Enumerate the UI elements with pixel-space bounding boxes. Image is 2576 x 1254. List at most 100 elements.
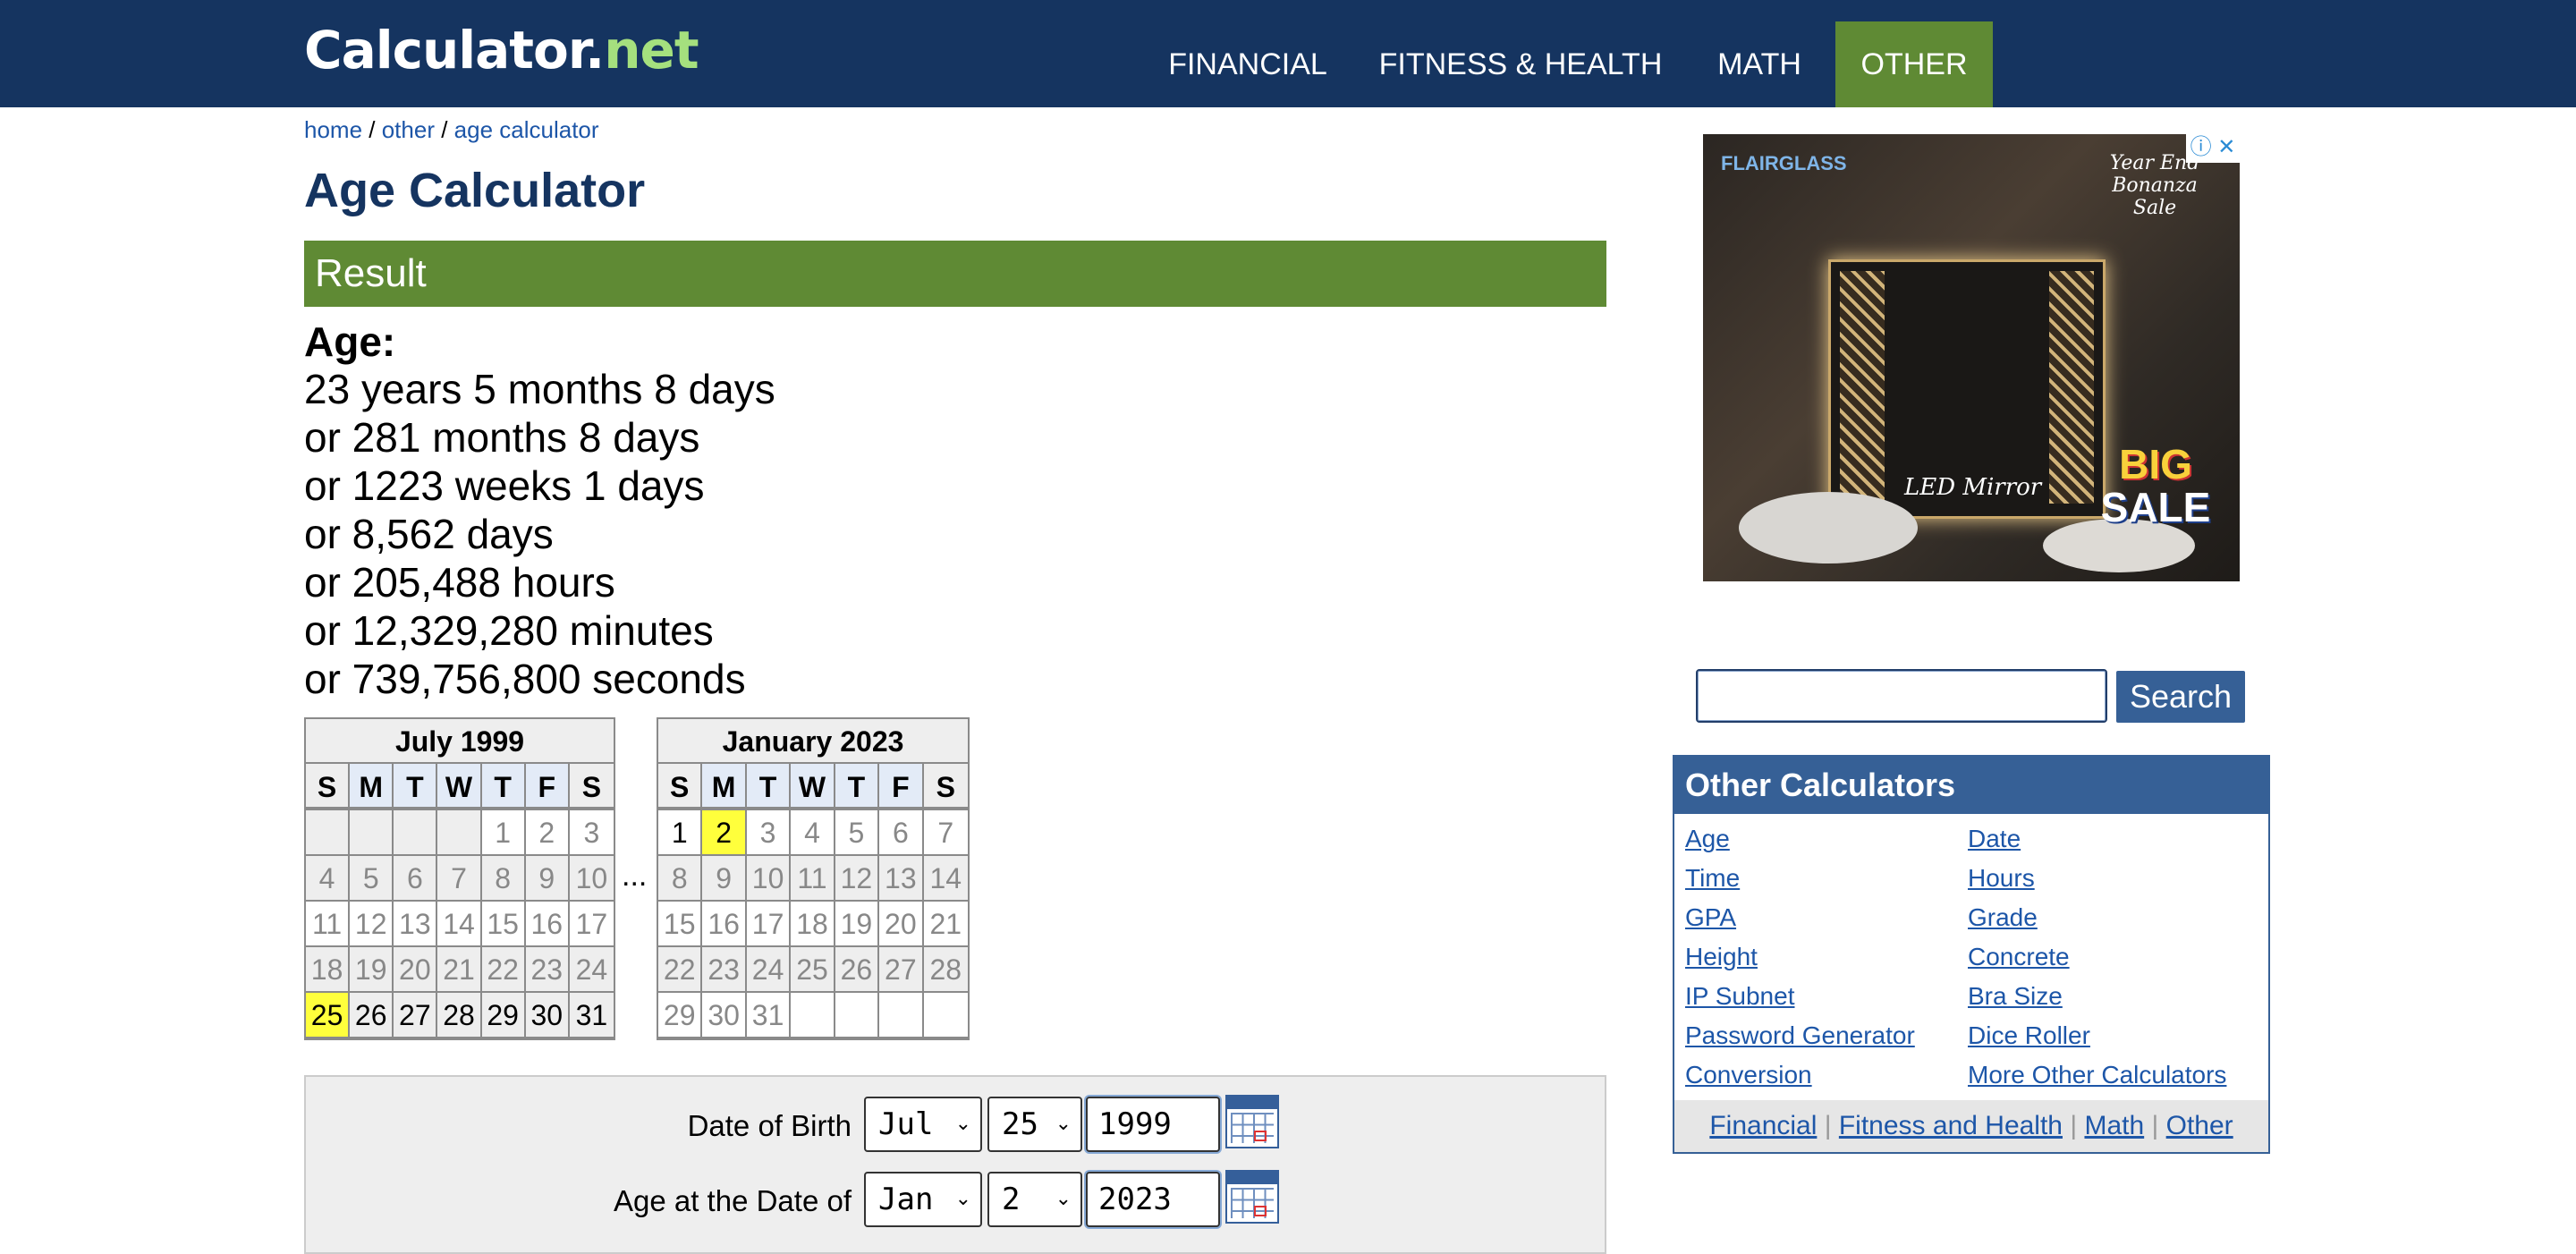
calendar-end-day bbox=[835, 993, 880, 1038]
link-age[interactable]: Age bbox=[1685, 825, 1730, 853]
age-result-line: or 205,488 hours bbox=[304, 559, 615, 606]
ad-sale-badge: BIG SALE bbox=[2093, 443, 2218, 541]
calendar-start-day: 16 bbox=[525, 902, 570, 947]
age-result-line: or 281 months 8 days bbox=[304, 414, 700, 461]
at-year-input[interactable]: 2023 bbox=[1086, 1172, 1220, 1227]
nav-math[interactable]: MATH bbox=[1699, 21, 1819, 107]
link-concrete[interactable]: Concrete bbox=[1968, 943, 2070, 971]
calendar-end-weekday-header: M bbox=[702, 764, 747, 810]
link-bra-size[interactable]: Bra Size bbox=[1968, 982, 2063, 1011]
site-logo[interactable]: Calculator.net bbox=[304, 20, 699, 80]
calendar-start-day: 27 bbox=[394, 993, 438, 1038]
advertisement-banner[interactable]: FLAIRGLASS Year End Bonanza Sale LED Mir… bbox=[1703, 134, 2240, 581]
calendar-start-day: 21 bbox=[437, 947, 482, 993]
chevron-down-icon: ⌄ bbox=[954, 1113, 971, 1135]
calendar-end-weekday-header: W bbox=[791, 764, 835, 810]
footer-link-fitness-health[interactable]: Fitness and Health bbox=[1839, 1111, 2063, 1140]
calendar-start-day bbox=[394, 810, 438, 856]
calendar-start-day: 22 bbox=[481, 947, 526, 993]
calendar-start-day: 31 bbox=[569, 993, 614, 1038]
link-dice-roller[interactable]: Dice Roller bbox=[1968, 1021, 2090, 1050]
calendar-start-day: 24 bbox=[569, 947, 614, 993]
link-ip-subnet[interactable]: IP Subnet bbox=[1685, 982, 1794, 1011]
ad-product-text: LED Mirror bbox=[1904, 474, 2042, 501]
dob-month-select[interactable]: Jul ⌄ bbox=[864, 1097, 982, 1152]
calendar-start-day: 30 bbox=[525, 993, 570, 1038]
calendar-end-day bbox=[791, 993, 835, 1038]
calendar-start-day: 15 bbox=[481, 902, 526, 947]
calendar-start-day: 20 bbox=[394, 947, 438, 993]
link-more-other-calculators[interactable]: More Other Calculators bbox=[1968, 1061, 2226, 1089]
calendar-start-month: July 1999 S M T W T F S 1 2 3 4 5 6 7 8 9 10 11 12 13 14 15 16… bbox=[304, 717, 615, 1040]
breadcrumb-other[interactable]: other bbox=[382, 116, 435, 143]
search-input[interactable] bbox=[1696, 669, 2107, 723]
calendar-end-weekday-header: T bbox=[835, 764, 880, 810]
calendar-end-day: 11 bbox=[791, 856, 835, 902]
calendar-end-day: 30 bbox=[702, 993, 747, 1038]
age-result-line: or 739,756,800 seconds bbox=[304, 656, 746, 702]
calendar-end-weekday-header: T bbox=[746, 764, 792, 810]
chevron-down-icon: ⌄ bbox=[1055, 1188, 1072, 1210]
calendar-end-day: 28 bbox=[923, 947, 968, 993]
calendar-start-day: 28 bbox=[437, 993, 482, 1038]
at-day-value: 2 bbox=[1002, 1182, 1021, 1217]
link-date[interactable]: Date bbox=[1968, 825, 2021, 853]
at-day-select[interactable]: 2 ⌄ bbox=[987, 1172, 1082, 1227]
calendar-end-day: 6 bbox=[879, 810, 924, 856]
calendar-start-title: July 1999 bbox=[306, 719, 614, 764]
calendar-end-day: 24 bbox=[746, 947, 792, 993]
ad-close-icon[interactable]: ⓘ ✕ bbox=[2186, 134, 2240, 163]
link-height[interactable]: Height bbox=[1685, 943, 1758, 971]
calendar-end-day bbox=[879, 993, 924, 1038]
dob-day-value: 25 bbox=[1002, 1106, 1038, 1142]
chevron-down-icon: ⌄ bbox=[954, 1188, 971, 1210]
footer-separator: | bbox=[2063, 1111, 2085, 1140]
dob-year-input[interactable]: 1999 bbox=[1086, 1097, 1220, 1152]
footer-link-math[interactable]: Math bbox=[2084, 1111, 2144, 1140]
nav-fitness-health[interactable]: FITNESS & HEALTH bbox=[1377, 21, 1664, 107]
calendar-start-day: 2 bbox=[525, 810, 570, 856]
calendar-start-day: 12 bbox=[350, 902, 394, 947]
age-result-line: 23 years 5 months 8 days bbox=[304, 366, 775, 412]
top-navigation-bar: Calculator.net FINANCIAL FITNESS & HEALT… bbox=[0, 0, 2576, 107]
calendar-start-day: 23 bbox=[525, 947, 570, 993]
breadcrumb: home / other / age calculator bbox=[304, 116, 599, 144]
link-hours[interactable]: Hours bbox=[1968, 864, 2035, 893]
calendar-end-day: 18 bbox=[791, 902, 835, 947]
link-gpa[interactable]: GPA bbox=[1685, 903, 1736, 932]
calendar-picker-icon[interactable] bbox=[1225, 1095, 1279, 1148]
calendar-end-day bbox=[923, 993, 968, 1038]
other-calculators-panel: Other Calculators Age Time GPA Height IP… bbox=[1673, 755, 2270, 1154]
age-label: Age: bbox=[304, 318, 396, 365]
footer-link-other[interactable]: Other bbox=[2166, 1111, 2233, 1140]
other-calculators-heading: Other Calculators bbox=[1674, 757, 2268, 814]
search-button[interactable]: Search bbox=[2116, 671, 2245, 723]
logo-accent-text: net bbox=[604, 20, 699, 80]
calendar-start-day: 10 bbox=[569, 856, 614, 902]
dob-label: Date of Birth bbox=[687, 1109, 852, 1142]
at-month-select[interactable]: Jan ⌄ bbox=[864, 1172, 982, 1227]
nav-other[interactable]: OTHER bbox=[1835, 21, 1993, 107]
breadcrumb-current[interactable]: age calculator bbox=[454, 116, 599, 143]
footer-link-financial[interactable]: Financial bbox=[1709, 1111, 1817, 1140]
calendar-picker-icon[interactable] bbox=[1225, 1170, 1279, 1224]
nav-financial[interactable]: FINANCIAL bbox=[1154, 21, 1342, 107]
age-result-line: or 1223 weeks 1 days bbox=[304, 462, 705, 509]
age-form: Date of Birth Jul ⌄ 25 ⌄ 1999 Age at the D… bbox=[304, 1075, 1606, 1254]
calendar-end-day: 2 bbox=[702, 810, 747, 856]
link-grade[interactable]: Grade bbox=[1968, 903, 2038, 932]
age-result-line: or 8,562 days bbox=[304, 511, 554, 557]
calendar-start-day: 29 bbox=[481, 993, 526, 1038]
link-conversion[interactable]: Conversion bbox=[1685, 1061, 1812, 1089]
link-password-generator[interactable]: Password Generator bbox=[1685, 1021, 1915, 1050]
calendar-end-day: 7 bbox=[923, 810, 968, 856]
calendar-start-day bbox=[437, 810, 482, 856]
dob-day-select[interactable]: 25 ⌄ bbox=[987, 1097, 1082, 1152]
calendar-start-day: 1 bbox=[481, 810, 526, 856]
ad-sink-image bbox=[1739, 492, 1918, 563]
link-time[interactable]: Time bbox=[1685, 864, 1740, 893]
calendar-end-day: 22 bbox=[658, 947, 703, 993]
calendar-end-day: 19 bbox=[835, 902, 880, 947]
breadcrumb-home[interactable]: home bbox=[304, 116, 362, 143]
ad-brand-text: FLAIRGLASS bbox=[1721, 152, 1847, 174]
